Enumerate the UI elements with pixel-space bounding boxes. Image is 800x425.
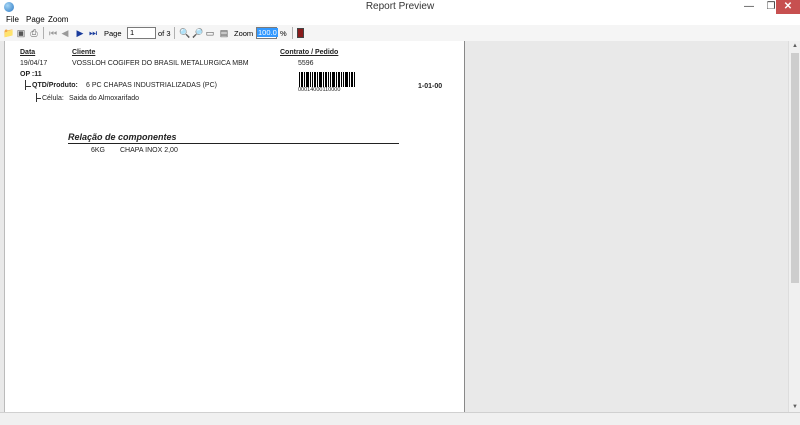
qtd-label: QTD/Produto: [32,82,78,89]
celula-value: Saida do Almoxarifado [69,95,140,102]
last-page-icon[interactable]: ⏭ [88,28,98,38]
report-contract: 5596 [298,60,314,67]
section-title: Relação de componentes [68,132,177,142]
zoom-in-icon[interactable]: 🔍 [179,28,190,38]
scroll-up-icon[interactable]: ▲ [791,43,799,49]
toolbar: 📁 ▣ ⎙ ⏮ ◀ ▶ ⏭ Page 1 of 3 🔍 🔎 ▭ ▤ Zoom 1… [0,25,800,41]
section-underline [68,143,399,144]
op-number: OP :11 [20,71,42,78]
product-code: 1-01-00 [418,83,443,90]
report-client: VOSSLOH COGIFER DO BRASIL METALURGICA MB… [72,60,249,67]
report-page: Data Cliente Contrato / Pedido 19/04/17 … [4,41,465,412]
first-page-icon[interactable]: ⏮ [48,28,58,38]
minimize-button[interactable]: — [738,0,760,14]
header-cliente: Cliente [72,49,96,56]
page-label: Page [104,29,122,38]
qtd-value: 6 PC CHAPAS INDUSTRIALIZADAS (PC) [86,82,217,89]
window-title: Report Preview [365,1,435,12]
exit-door-icon[interactable] [297,28,304,38]
open-folder-icon[interactable]: 📁 [3,28,14,38]
vertical-scrollbar[interactable]: ▲ ▼ [788,41,800,412]
scroll-thumb[interactable] [791,53,799,283]
toolbar-separator [174,27,175,39]
print-icon[interactable]: ⎙ [29,28,39,38]
whole-page-icon[interactable]: ▤ [219,28,229,38]
next-page-icon[interactable]: ▶ [75,28,85,38]
zoom-value: 100.0 [257,28,278,37]
tree-branch-celula [36,98,41,99]
toolbar-separator [292,27,293,39]
zoom-out-icon[interactable]: 🔎 [192,28,203,38]
tree-branch-qtd [25,86,31,87]
preview-area: Data Cliente Contrato / Pedido 19/04/17 … [0,41,788,412]
component-desc: CHAPA INOX 2,00 [120,147,178,154]
barcode [299,72,355,87]
menu-file[interactable]: File [6,15,19,24]
header-data: Data [20,49,36,56]
save-icon[interactable]: ▣ [16,28,26,38]
page-width-icon[interactable]: ▭ [205,28,215,38]
page-count-label: of 3 [158,29,171,38]
percent-label: % [280,29,287,38]
celula-label: Célula: [42,95,64,102]
barcode-text: 00014000110000 [298,87,341,93]
zoom-label: Zoom [234,29,254,38]
close-button[interactable]: ✕ [776,0,800,14]
report-date: 19/04/17 [20,60,48,67]
menu-page[interactable]: Page [26,15,45,24]
report-preview-window: Report Preview — ❐ ✕ File Page Zoom 📁 ▣ … [0,0,800,425]
toolbar-separator [43,27,44,39]
component-qty: 6KG [91,147,106,154]
header-contrato: Contrato / Pedido [280,49,339,56]
tree-line-qtd [25,80,26,90]
zoom-input[interactable]: 100.0 [256,27,278,39]
menu-zoom[interactable]: Zoom [48,15,68,24]
title-bar: Report Preview — ❐ ✕ [0,0,800,14]
scroll-down-icon[interactable]: ▼ [791,404,799,410]
previous-page-icon[interactable]: ◀ [60,28,70,38]
status-bar [0,412,800,425]
page-number-input[interactable]: 1 [127,27,156,39]
